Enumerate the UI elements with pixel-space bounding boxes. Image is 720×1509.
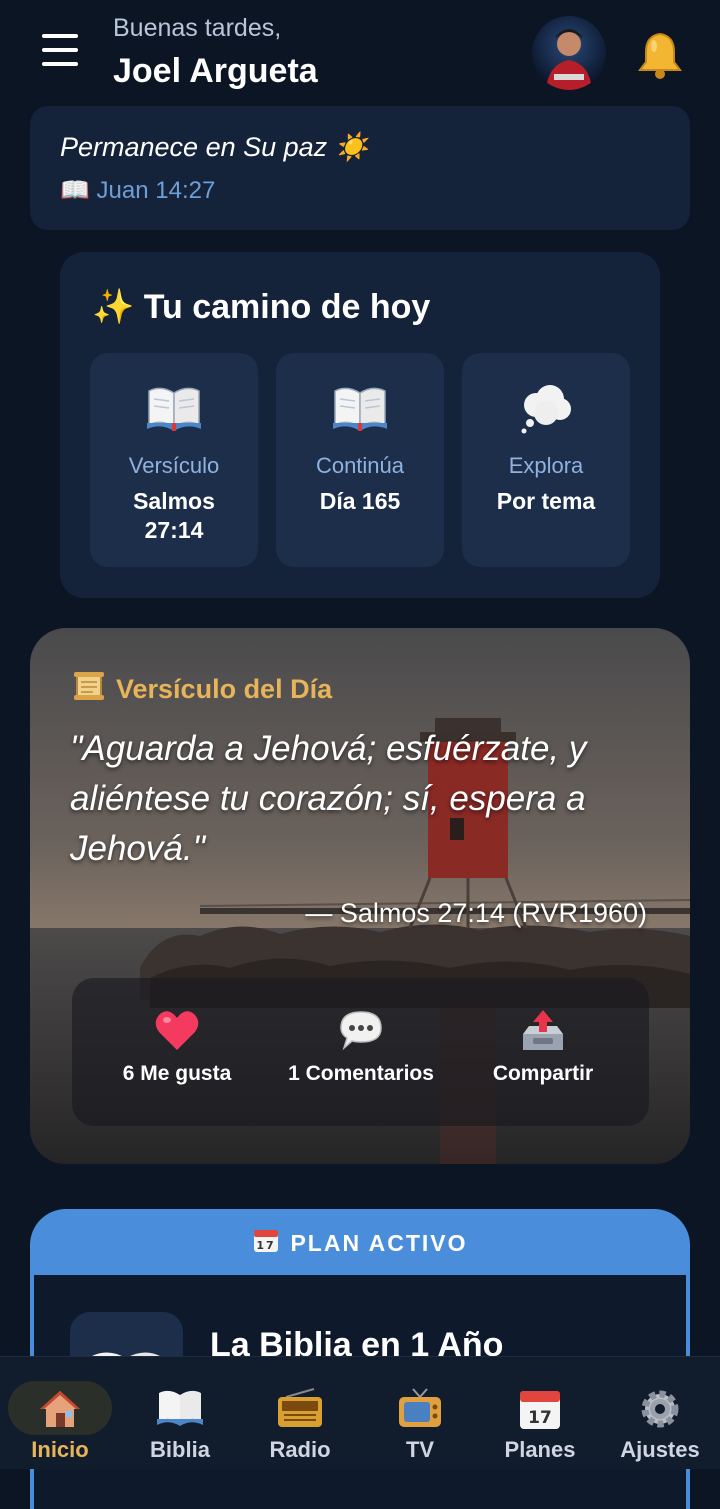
daily-peace-card[interactable] — [30, 106, 690, 230]
bible-icon — [120, 1387, 240, 1431]
comments-button[interactable]: 1 Comentarios — [276, 1008, 446, 1086]
tile-value: Día 165 — [319, 488, 401, 514]
tile-versiculo[interactable]: Versículo Salmos 27:14 — [90, 353, 258, 567]
calendar-icon: 17 — [252, 1226, 280, 1260]
radio-icon — [240, 1387, 360, 1431]
avatar[interactable] — [532, 16, 606, 90]
verse-heading-label: Versículo del Día — [116, 674, 333, 704]
tile-label: Versículo — [128, 453, 220, 478]
calendar-icon: 17 — [480, 1387, 600, 1431]
greeting-text: Buenas tardes, — [113, 14, 282, 42]
comment-count: 1 Comentarios — [288, 1062, 434, 1085]
tile-continua[interactable]: Continúa Día 165 — [276, 353, 444, 567]
nav-item-biblia[interactable]: Biblia — [120, 1357, 240, 1469]
user-name: Joel Argueta — [113, 52, 318, 90]
plan-badge-label: PLAN ACTIVO — [290, 1229, 468, 1256]
like-count: 6 Me gusta — [122, 1062, 232, 1085]
heart-icon — [92, 1008, 262, 1054]
like-button[interactable]: 6 Me gusta — [92, 1008, 262, 1086]
notification-bell-icon[interactable] — [634, 30, 686, 80]
plan-badge: 17 PLAN ACTIVO — [30, 1226, 690, 1260]
open-book-icon — [276, 383, 444, 437]
share-button[interactable]: Compartir — [458, 1008, 628, 1086]
daily-path-title: ✨ Tu camino de hoy — [92, 288, 431, 326]
tile-value: Por tema — [496, 488, 596, 514]
nav-label: Inicio — [31, 1437, 89, 1462]
scroll-icon — [72, 670, 106, 709]
peace-title: Permanece en Su paz ☀️ — [60, 132, 369, 162]
nav-item-ajustes[interactable]: Ajustes — [600, 1357, 720, 1469]
tile-label: Continúa — [315, 453, 405, 478]
nav-item-tv[interactable]: TV — [360, 1357, 480, 1469]
nav-label: Radio — [269, 1437, 331, 1462]
nav-label: Biblia — [150, 1437, 210, 1462]
gear-icon — [600, 1387, 720, 1431]
svg-text:17: 17 — [528, 1408, 552, 1428]
nav-item-radio[interactable]: Radio — [240, 1357, 360, 1469]
bottom-navigation: Inicio Biblia Radio TV 17 Planes Ajustes — [0, 1356, 720, 1469]
nav-label: Ajustes — [620, 1437, 700, 1462]
nav-item-planes[interactable]: 17 Planes — [480, 1357, 600, 1469]
tile-explora[interactable]: Explora Por tema — [462, 353, 630, 567]
home-icon — [0, 1387, 120, 1431]
nav-label: Planes — [504, 1437, 576, 1462]
verse-text: "Aguarda a Jehová; esfuérzate, y aliénte… — [70, 729, 587, 868]
nav-label: TV — [405, 1437, 435, 1462]
thought-bubble-icon — [462, 383, 630, 437]
menu-icon[interactable] — [42, 34, 78, 68]
verse-heading: Versículo del Día — [72, 670, 332, 709]
svg-text:17: 17 — [257, 1239, 276, 1252]
tile-label: Explora — [508, 453, 584, 478]
tv-icon — [360, 1387, 480, 1431]
verse-reference: — Salmos 27:14 (RVR1960) — [305, 898, 647, 928]
nav-item-inicio[interactable]: Inicio — [0, 1357, 120, 1469]
peace-reference-link[interactable]: 📖 Juan 14:27 — [60, 176, 215, 205]
share-label: Compartir — [492, 1062, 594, 1085]
tile-value: Salmos 27:14 — [133, 488, 215, 543]
verse-actions-bar: 6 Me gusta 1 Comentarios Compartir — [72, 978, 649, 1126]
share-icon — [458, 1008, 628, 1054]
comment-icon — [276, 1008, 446, 1054]
open-book-icon — [90, 383, 258, 437]
